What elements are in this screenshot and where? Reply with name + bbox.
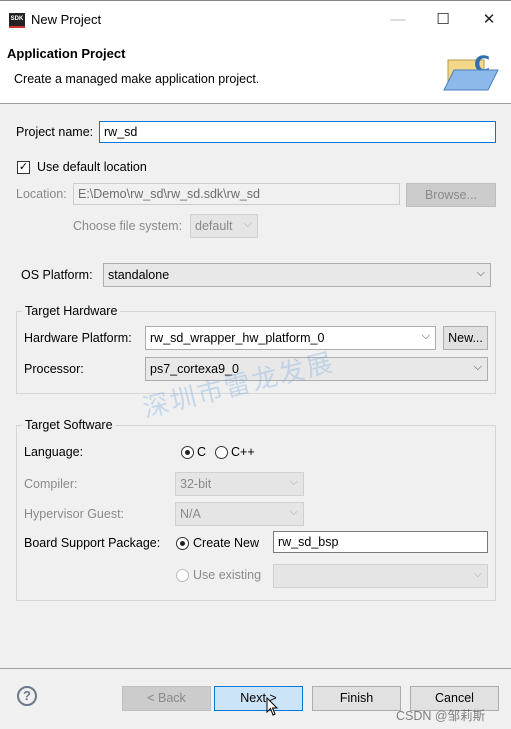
title-bar: SDK New Project — ☐ ✕ <box>0 0 511 38</box>
corner-watermark: CSDN @邹莉斯 <box>396 709 486 723</box>
compiler-label: Compiler: <box>24 477 78 491</box>
page-title: Application Project <box>7 46 126 61</box>
os-platform-label: OS Platform: <box>21 268 93 282</box>
bsp-label: Board Support Package: <box>24 536 161 550</box>
chevron-down-icon: ⌵ <box>421 330 430 342</box>
finish-button[interactable]: Finish <box>312 686 401 711</box>
help-icon[interactable]: ? <box>17 686 37 706</box>
chevron-down-icon: ⌵ <box>476 267 485 279</box>
page-description: Create a managed make application projec… <box>14 72 260 86</box>
chevron-down-icon: ⌵ <box>289 506 298 518</box>
hypervisor-value: N/A <box>180 507 201 521</box>
wizard-header: Application Project Create a managed mak… <box>0 38 511 104</box>
target-software-title: Target Software <box>22 418 116 432</box>
use-default-location-label: Use default location <box>37 160 147 174</box>
project-name-label: Project name: <box>16 125 94 139</box>
hardware-platform-value: rw_sd_wrapper_hw_platform_0 <box>150 331 325 345</box>
mouse-cursor-icon <box>266 697 279 716</box>
processor-label: Processor: <box>24 362 84 376</box>
language-cpp-radio[interactable] <box>215 446 228 459</box>
language-c-radio[interactable] <box>181 446 194 459</box>
create-new-radio[interactable] <box>176 537 189 550</box>
browse-button[interactable]: Browse... <box>406 183 496 207</box>
os-platform-value: standalone <box>108 268 170 282</box>
chevron-down-icon: ⌵ <box>243 218 252 230</box>
maximize-icon[interactable]: ☐ <box>423 7 463 33</box>
location-label: Location: <box>16 187 67 201</box>
app-icon: SDK <box>9 13 25 28</box>
use-existing-radio[interactable] <box>176 569 189 582</box>
folder-c-icon: C <box>443 53 499 91</box>
close-icon[interactable]: ✕ <box>469 7 509 33</box>
file-system-value: default <box>195 219 233 233</box>
hypervisor-select[interactable]: N/A ⌵ <box>175 502 304 526</box>
chevron-down-icon: ⌵ <box>473 361 482 373</box>
hardware-platform-select[interactable]: rw_sd_wrapper_hw_platform_0 ⌵ <box>145 326 436 350</box>
language-c-label: C <box>197 445 207 459</box>
next-button[interactable]: Next > <box>214 686 303 711</box>
use-existing-label: Use existing <box>193 568 262 582</box>
project-name-input[interactable]: rw_sd <box>99 121 496 143</box>
language-cpp-label: C++ <box>231 445 255 459</box>
minimize-icon[interactable]: — <box>378 7 418 33</box>
language-label: Language: <box>24 445 84 459</box>
chevron-down-icon: ⌵ <box>289 476 298 488</box>
location-input[interactable]: E:\Demo\rw_sd\rw_sd.sdk\rw_sd <box>73 183 400 205</box>
compiler-select[interactable]: 32-bit ⌵ <box>175 472 304 496</box>
compiler-value: 32-bit <box>180 477 212 491</box>
hardware-platform-label: Hardware Platform: <box>24 331 132 345</box>
os-platform-select[interactable]: standalone ⌵ <box>103 263 491 287</box>
hypervisor-label: Hypervisor Guest: <box>24 507 125 521</box>
chevron-down-icon: ⌵ <box>473 568 482 580</box>
back-button[interactable]: < Back <box>122 686 211 711</box>
create-new-label: Create New <box>193 536 259 550</box>
window-title: New Project <box>31 12 102 27</box>
file-system-label: Choose file system: <box>73 219 183 233</box>
target-hardware-title: Target Hardware <box>22 304 121 318</box>
existing-bsp-select[interactable]: ⌵ <box>273 564 488 588</box>
use-default-location-checkbox[interactable]: ✓ <box>17 161 30 174</box>
bsp-name-input[interactable]: rw_sd_bsp <box>273 531 488 553</box>
file-system-select[interactable]: default ⌵ <box>190 214 258 238</box>
footer-divider <box>0 668 511 669</box>
new-hardware-button[interactable]: New... <box>443 326 488 350</box>
